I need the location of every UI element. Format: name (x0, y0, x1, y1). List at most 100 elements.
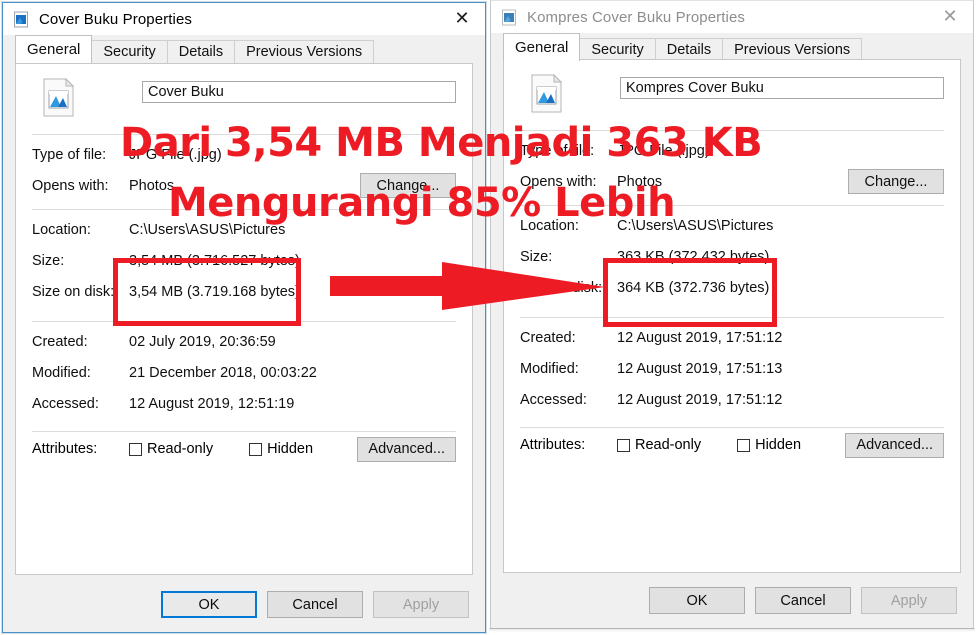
row-accessed-left: Accessed: 12 August 2019, 12:51:19 (32, 388, 456, 419)
row-size-on-disk-left: Size on disk: 3,54 MB (3.719.168 bytes) (32, 276, 456, 307)
tab-security-right[interactable]: Security (579, 38, 656, 61)
label-read-only: Read-only (147, 441, 214, 457)
checkbox-icon[interactable] (249, 442, 263, 456)
checkbox-hidden-right[interactable]: Hidden (737, 437, 801, 453)
timestamps-group-right: Created: 12 August 2019, 17:51:12 Modifi… (520, 318, 944, 415)
tab-previous-versions-left[interactable]: Previous Versions (234, 40, 375, 63)
row-location-left: Location: C:\Users\ASUS\Pictures (32, 214, 456, 245)
tab-security-left[interactable]: Security (91, 40, 168, 63)
cancel-button-right[interactable]: Cancel (755, 587, 851, 614)
image-file-icon (13, 11, 30, 28)
value-size-on-disk: 364 KB (372.736 bytes) (617, 279, 770, 296)
close-icon[interactable]: ✕ (927, 1, 973, 32)
properties-window-left[interactable]: Cover Buku Properties ✕ General Security… (2, 2, 486, 633)
label-attributes: Attributes: (520, 437, 586, 453)
value-accessed: 12 August 2019, 17:51:12 (617, 391, 783, 408)
tab-previous-versions-right[interactable]: Previous Versions (722, 38, 863, 61)
location-size-group-right: Location: C:\Users\ASUS\Pictures Size: 3… (520, 206, 944, 303)
value-opens-with: Photos (129, 177, 175, 194)
label-opens-with: Opens with: (32, 177, 109, 194)
value-accessed: 12 August 2019, 12:51:19 (129, 395, 295, 412)
value-type-of-file: JPG File (.jpg) (617, 142, 710, 159)
timestamps-group-left: Created: 02 July 2019, 20:36:59 Modified… (32, 322, 456, 419)
label-size-on-disk: Size on disk: (32, 283, 115, 300)
tab-details-left[interactable]: Details (166, 40, 236, 63)
attributes-row-left: Attributes: Read-only Hidden Advanced... (32, 432, 456, 466)
row-location-right: Location: C:\Users\ASUS\Pictures (520, 210, 944, 241)
cancel-button-left[interactable]: Cancel (267, 591, 363, 618)
label-size-on-disk: Size on disk: (520, 279, 603, 296)
value-modified: 12 August 2019, 17:51:13 (617, 360, 783, 377)
attributes-row-right: Attributes: Read-only Hidden Advanced... (520, 428, 944, 462)
label-modified: Modified: (520, 360, 579, 377)
row-modified-right: Modified: 12 August 2019, 17:51:13 (520, 353, 944, 384)
tab-general-right[interactable]: General (503, 33, 581, 61)
window-title-right: Kompres Cover Buku Properties (527, 8, 745, 26)
checkbox-icon[interactable] (737, 438, 751, 452)
ok-button-left[interactable]: OK (161, 591, 257, 618)
value-created: 02 July 2019, 20:36:59 (129, 333, 276, 350)
label-type-of-file: Type of file: (520, 142, 595, 159)
label-accessed: Accessed: (32, 395, 99, 412)
footer-right: OK Cancel Apply (491, 573, 973, 628)
tab-general-left[interactable]: General (15, 35, 93, 63)
tab-details-right[interactable]: Details (654, 38, 724, 61)
label-created: Created: (32, 333, 88, 350)
row-size-on-disk-right: Size on disk: 364 KB (372.736 bytes) (520, 272, 944, 303)
general-tab-page-right: Kompres Cover Buku Type of file: JPG Fil… (503, 59, 961, 573)
label-hidden: Hidden (267, 441, 314, 457)
file-header-left: Cover Buku (32, 77, 456, 126)
location-size-group-left: Location: C:\Users\ASUS\Pictures Size: 3… (32, 210, 456, 307)
label-accessed: Accessed: (520, 391, 587, 408)
row-opens-with-left: Opens with: Photos Change... (32, 170, 456, 201)
row-created-right: Created: 12 August 2019, 17:51:12 (520, 322, 944, 353)
titlebar-right[interactable]: Kompres Cover Buku Properties ✕ (491, 1, 973, 33)
advanced-button-right[interactable]: Advanced... (845, 432, 944, 458)
checkbox-icon[interactable] (617, 438, 630, 452)
footer-left: OK Cancel Apply (3, 577, 485, 632)
label-opens-with: Opens with: (520, 173, 597, 190)
row-size-left: Size: 3,54 MB (3.716.527 bytes) (32, 245, 456, 276)
checkbox-hidden-left[interactable]: Hidden (249, 441, 313, 457)
value-location: C:\Users\ASUS\Pictures (617, 217, 774, 234)
value-type-of-file: JPG File (.jpg) (129, 146, 222, 163)
value-location: C:\Users\ASUS\Pictures (129, 221, 286, 238)
value-size-on-disk: 3,54 MB (3.719.168 bytes) (129, 283, 300, 300)
ok-button-right[interactable]: OK (649, 587, 745, 614)
file-type-group-right: Type of file: JPG File (.jpg) Opens with… (520, 131, 944, 197)
value-modified: 21 December 2018, 00:03:22 (129, 364, 317, 381)
row-opens-with-right: Opens with: Photos Change... (520, 166, 944, 197)
row-size-right: Size: 363 KB (372.432 bytes) (520, 241, 944, 272)
advanced-button-left[interactable]: Advanced... (357, 436, 456, 462)
label-read-only: Read-only (635, 437, 702, 453)
checkbox-read-only-right[interactable]: Read-only (617, 437, 701, 453)
image-document-icon (42, 77, 76, 118)
label-location: Location: (32, 221, 91, 238)
close-icon[interactable]: ✕ (439, 3, 485, 34)
general-tab-page-left: Cover Buku Type of file: JPG File (.jpg)… (15, 63, 473, 575)
file-header-right: Kompres Cover Buku (520, 73, 944, 122)
file-name-input-left[interactable]: Cover Buku (142, 81, 456, 103)
tabstrip-left: General Security Details Previous Versio… (3, 35, 485, 63)
file-name-input-right[interactable]: Kompres Cover Buku (620, 77, 944, 99)
label-modified: Modified: (32, 364, 91, 381)
change-button-left[interactable]: Change... (360, 173, 456, 198)
change-button-right[interactable]: Change... (848, 169, 944, 194)
apply-button-left: Apply (373, 591, 469, 618)
properties-window-right[interactable]: Kompres Cover Buku Properties ✕ General … (489, 0, 975, 632)
row-modified-left: Modified: 21 December 2018, 00:03:22 (32, 357, 456, 388)
window-title-left: Cover Buku Properties (39, 10, 193, 28)
row-type-of-file-left: Type of file: JPG File (.jpg) (32, 139, 456, 170)
row-type-of-file-right: Type of file: JPG File (.jpg) (520, 135, 944, 166)
checkbox-icon[interactable] (129, 442, 142, 456)
titlebar-left[interactable]: Cover Buku Properties ✕ (3, 3, 485, 35)
value-size: 3,54 MB (3.716.527 bytes) (129, 252, 300, 269)
label-attributes: Attributes: (32, 441, 98, 457)
checkbox-read-only-left[interactable]: Read-only (129, 441, 213, 457)
file-type-group-left: Type of file: JPG File (.jpg) Opens with… (32, 135, 456, 201)
label-size: Size: (32, 252, 65, 269)
label-hidden: Hidden (755, 437, 802, 453)
row-accessed-right: Accessed: 12 August 2019, 17:51:12 (520, 384, 944, 415)
value-created: 12 August 2019, 17:51:12 (617, 329, 783, 346)
row-created-left: Created: 02 July 2019, 20:36:59 (32, 326, 456, 357)
